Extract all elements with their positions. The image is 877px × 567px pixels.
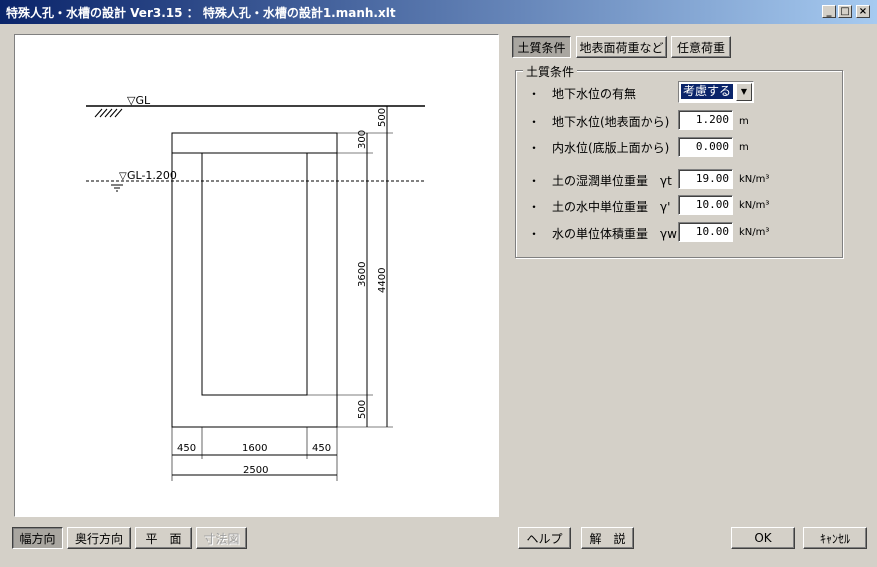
label-water-unit-weight: ・ 水の単位体積重量 γw [528, 227, 677, 241]
dim-total-text: 4400 [377, 268, 388, 293]
label-inner-water-level: ・ 内水位(底版上面から) [528, 141, 670, 155]
outer-wall [171, 132, 338, 428]
dim-wall-left-text: 450 [177, 443, 196, 454]
tab-soil-conditions[interactable]: 土質条件 [512, 36, 571, 58]
dim-inner-width-text: 1600 [242, 443, 267, 454]
unit-inner-water-level: m [739, 142, 749, 153]
submerged-unit-weight-input[interactable]: 10.00 [678, 195, 733, 215]
wet-unit-weight-input[interactable]: 19.00 [678, 169, 733, 189]
dim-bottom-text: 500 [357, 400, 368, 419]
unit-wet-unit-weight: kN/m³ [739, 174, 770, 185]
label-submerged-unit-weight: ・ 土の水中単位重量 γ' [528, 200, 671, 214]
window-title: 特殊人孔・水槽の設計 Ver3.15 ： 特殊人孔・水槽の設計1.manh.xl… [6, 6, 396, 20]
dim-inner-text: 3600 [357, 262, 368, 287]
dim-top-text: 500 [377, 108, 388, 127]
dim-wall-right-text: 450 [312, 443, 331, 454]
plan-button[interactable]: 平 面 [135, 527, 192, 549]
width-direction-button[interactable]: 幅方向 [12, 527, 63, 549]
label-groundwater: ・ 地下水位の有無 [528, 87, 637, 101]
group-title: 土質条件 [523, 63, 578, 80]
dim-inner-top-text: 300 [357, 130, 368, 149]
svg-text:▽: ▽ [119, 171, 127, 182]
unit-submerged-unit-weight: kN/m³ [739, 200, 770, 211]
cancel-button[interactable]: ｷｬﾝｾﾙ [803, 527, 867, 549]
groundwater-select-value: 考慮する [681, 84, 734, 99]
help-button[interactable]: ヘルプ [518, 527, 571, 549]
drawing-canvas: ▽GL ▽ GL-1.200 500 300 3600 4400 500 450… [14, 34, 499, 517]
dim-total-width-text: 2500 [243, 465, 268, 476]
water-label: GL-1.200 [127, 169, 177, 182]
label-wet-unit-weight: ・ 土の湿潤単位重量 γt [528, 174, 672, 188]
close-button[interactable]: × [856, 5, 870, 18]
gl-label: ▽GL [127, 94, 151, 107]
tab-surface-load[interactable]: 地表面荷重など [576, 36, 667, 58]
groundwater-level-input[interactable]: 1.200 [678, 110, 733, 130]
ok-button[interactable]: OK [731, 527, 795, 549]
title-bar: 特殊人孔・水槽の設計 Ver3.15 ： 特殊人孔・水槽の設計1.manh.xl… [0, 0, 877, 24]
unit-groundwater-level: m [739, 116, 749, 127]
minimize-button[interactable]: _ [822, 5, 836, 18]
inner-water-level-input[interactable]: 0.000 [678, 137, 733, 157]
section-drawing: ▽GL ▽ GL-1.200 500 300 3600 4400 500 450… [86, 94, 425, 481]
chevron-down-icon[interactable]: ▼ [736, 83, 752, 101]
depth-direction-button[interactable]: 奥行方向 [67, 527, 131, 549]
explain-button[interactable]: 解 説 [581, 527, 634, 549]
unit-water-unit-weight: kN/m³ [739, 227, 770, 238]
water-unit-weight-input[interactable]: 10.00 [678, 222, 733, 242]
maximize-button[interactable]: □ [838, 5, 852, 18]
groundwater-select[interactable]: 考慮する ▼ [678, 81, 754, 103]
inner-space [201, 152, 308, 396]
dimension-drawing-button: 寸法図 [196, 527, 247, 549]
label-groundwater-level: ・ 地下水位(地表面から) [528, 115, 670, 129]
tab-arbitrary-load[interactable]: 任意荷重 [671, 36, 731, 58]
